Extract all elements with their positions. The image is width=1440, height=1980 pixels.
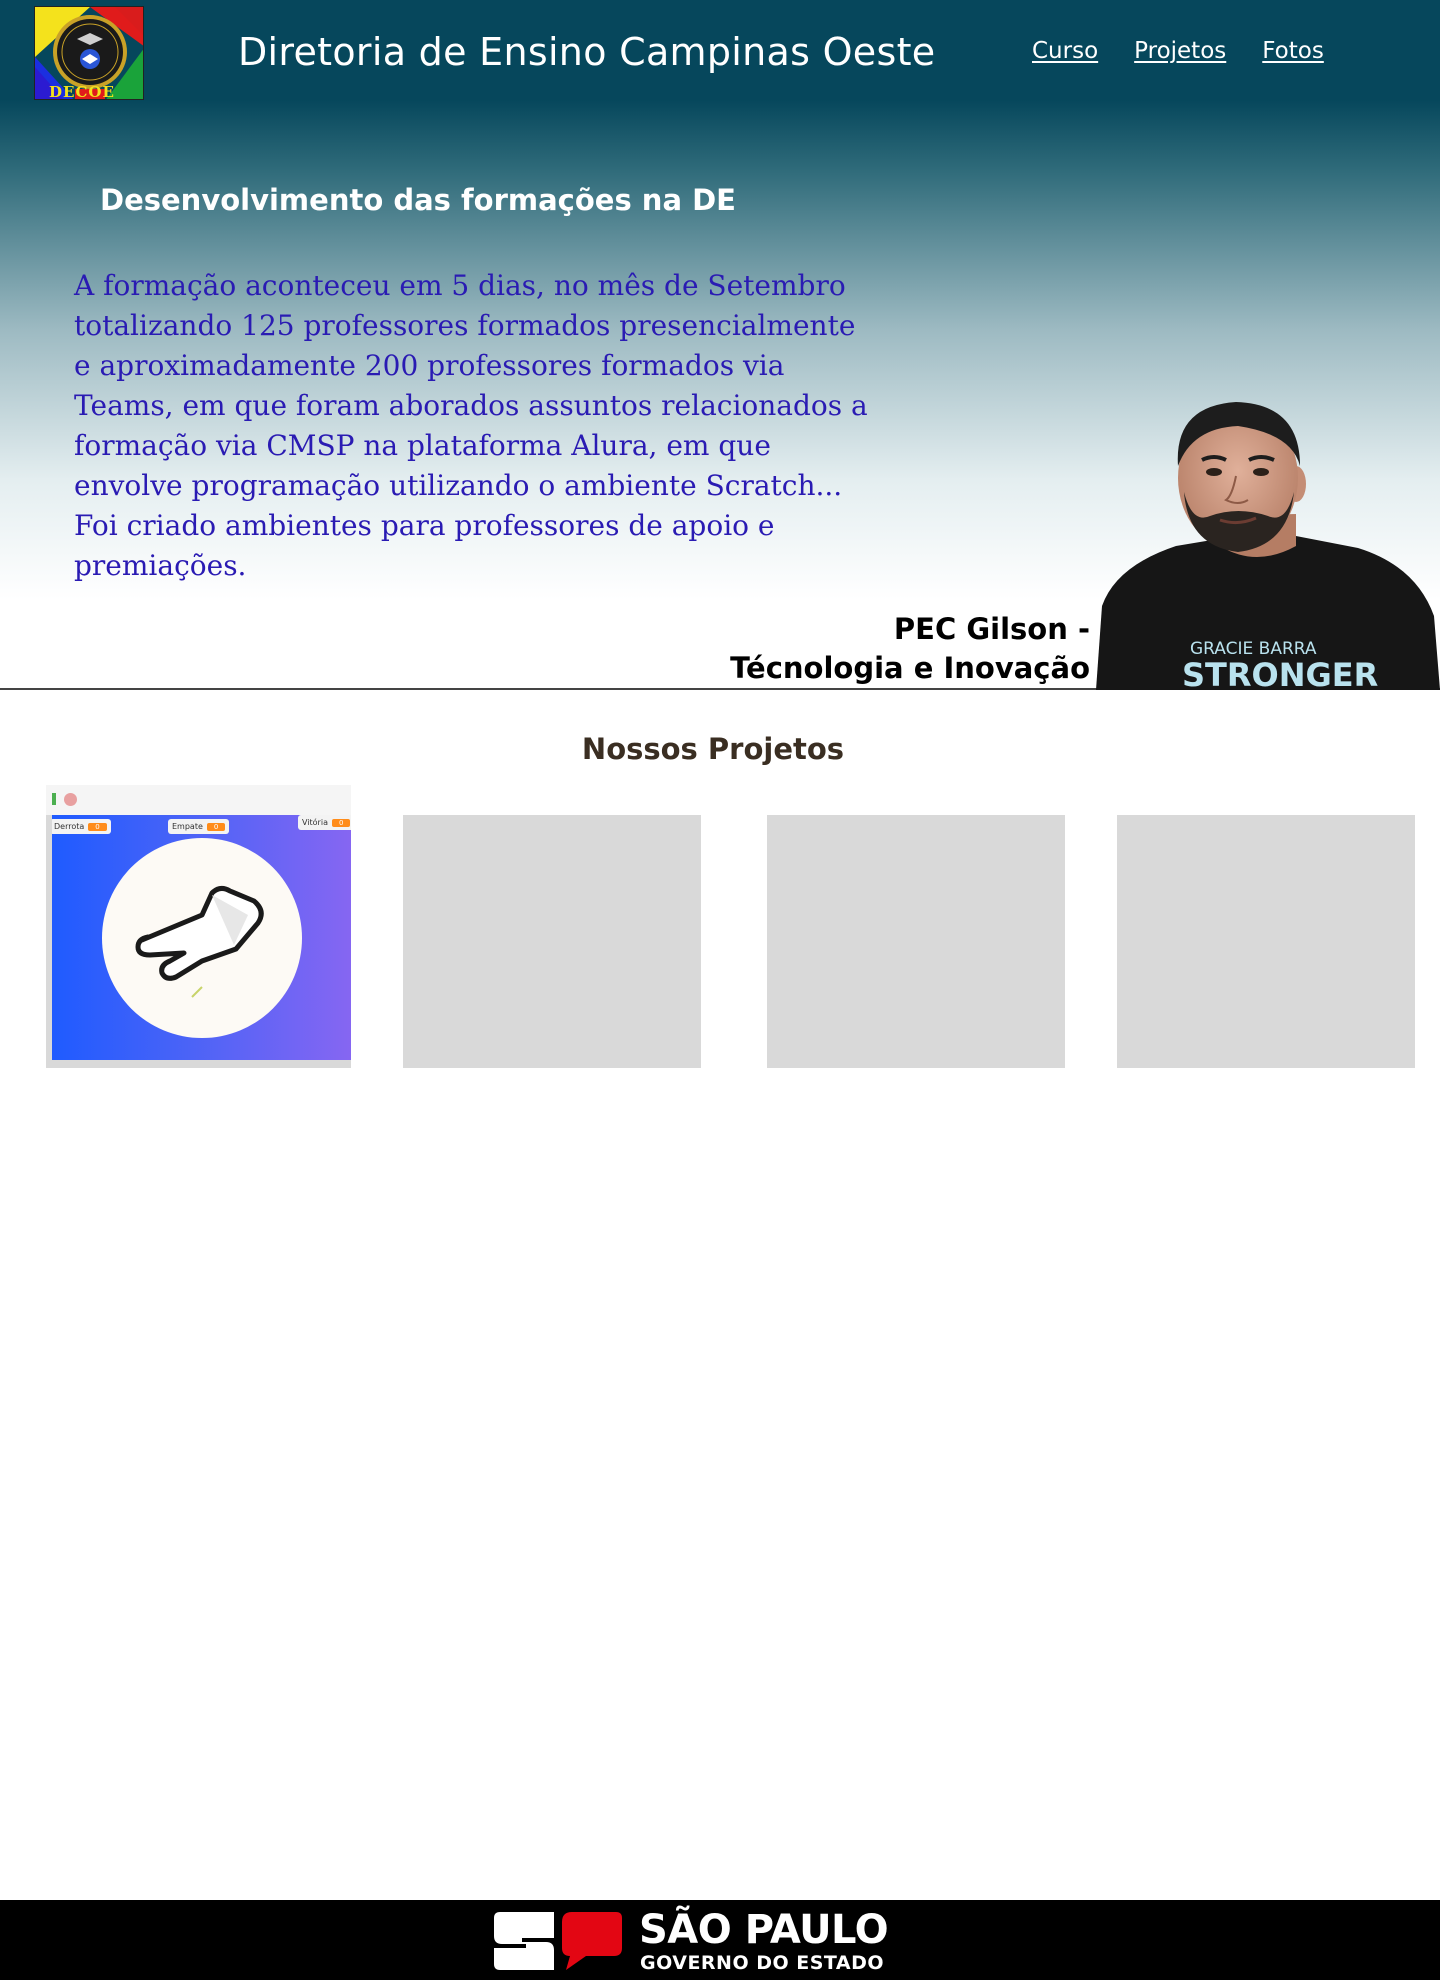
stop-icon[interactable] — [64, 793, 77, 806]
project-card-placeholder[interactable] — [767, 815, 1065, 1068]
paragraph-line: Teams, em que foram aborados assuntos re… — [74, 389, 868, 422]
hero-heading: Desenvolvimento das formações na DE — [100, 183, 736, 217]
portrait-photo: GRACIE BARRA STRONGER — [1096, 402, 1440, 690]
site-header: DECOE Diretoria de Ensino Campinas Oeste… — [0, 0, 1440, 108]
paragraph-line: Foi criado ambientes para professores de… — [74, 509, 775, 542]
footer-brand-line1: SÃO PAULO — [639, 1907, 889, 1953]
projects-title: Nossos Projetos — [581, 732, 845, 766]
project-card-placeholder[interactable] — [403, 815, 701, 1068]
nav-link-projetos[interactable]: Projetos — [1134, 38, 1226, 64]
pec-role-line: Técnologia e Inovação — [730, 651, 1090, 685]
project-card-scratch[interactable]: Derrota 0 Empate 0 Vitória 0 — [46, 785, 351, 1068]
footer-brand-line2: GOVERNO DO ESTADO — [640, 1952, 885, 1974]
pec-name-line: PEC Gilson - — [893, 612, 1090, 646]
site-footer: SÃO PAULO GOVERNO DO ESTADO — [0, 1900, 1440, 1980]
project-card-placeholder[interactable] — [1117, 815, 1415, 1068]
nav-link-curso[interactable]: Curso — [1032, 38, 1098, 64]
nav-link-fotos[interactable]: Fotos — [1262, 38, 1324, 64]
decoe-logo[interactable]: DECOE — [34, 6, 144, 100]
green-flag-icon[interactable] — [52, 793, 56, 805]
hero-section: DECOE Diretoria de Ensino Campinas Oeste… — [0, 0, 1440, 690]
site-title: Diretoria de Ensino Campinas Oeste — [238, 30, 936, 74]
scratch-stage[interactable]: Derrota 0 Empate 0 Vitória 0 — [52, 815, 351, 1060]
scissors-hand-icon — [102, 838, 302, 1038]
paragraph-line: e aproximadamente 200 professores formad… — [74, 349, 785, 382]
paragraph-line: formação via CMSP na plataforma Alura, e… — [74, 429, 771, 462]
pec-caption: PEC Gilson - Técnologia e Inovação — [730, 610, 1090, 688]
paragraph-line: premiações. — [74, 549, 247, 582]
logo-text: DECOE — [49, 83, 115, 100]
shirt-print-bottom: STRONGER — [1182, 656, 1378, 690]
paragraph-line: totalizando 125 professores formados pre… — [74, 309, 856, 342]
hero-paragraph: A formação aconteceu em 5 dias, no mês d… — [74, 266, 914, 586]
paragraph-line: A formação aconteceu em 5 dias, no mês d… — [74, 269, 846, 302]
scratch-topbar — [46, 785, 351, 815]
main-nav: Curso Projetos Fotos — [1032, 38, 1324, 64]
paragraph-line: envolve programação utilizando o ambient… — [74, 469, 843, 502]
